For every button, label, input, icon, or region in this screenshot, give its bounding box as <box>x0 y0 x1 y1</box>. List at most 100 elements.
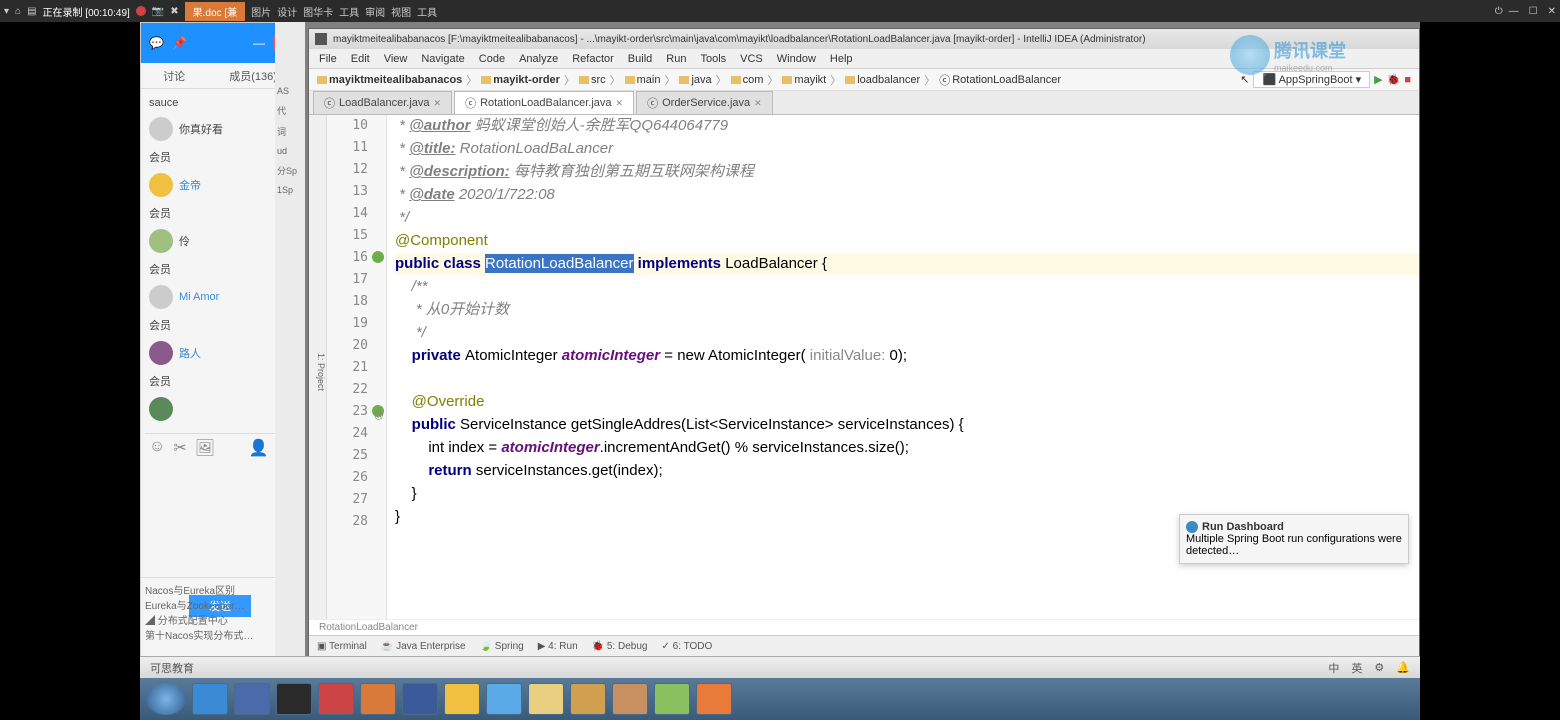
chat-item[interactable]: 伶 <box>145 225 295 257</box>
chat-item[interactable]: sauce <box>145 93 295 113</box>
chat-item[interactable]: 金帝 <box>145 169 295 201</box>
menu-analyze[interactable]: Analyze <box>519 53 558 65</box>
crumb[interactable]: mayikt <box>782 74 826 86</box>
menu-navigate[interactable]: Navigate <box>421 53 464 65</box>
editor-tab[interactable]: ⓒ OrderService.java ✕ <box>636 91 773 114</box>
doc-tab[interactable]: 果.doc [兼 <box>185 2 245 21</box>
chat-item[interactable]: 会员 <box>145 313 295 337</box>
menu-run[interactable]: Run <box>666 53 686 65</box>
tab-members[interactable]: 成员(136) <box>229 68 277 84</box>
debug-tab[interactable]: 🐞 5: Debug <box>592 641 648 652</box>
tray-icon[interactable]: 🔔 <box>1396 661 1410 674</box>
gutter-run-icon[interactable] <box>372 251 384 263</box>
menu-item[interactable]: 工具 <box>417 4 437 19</box>
menu-icon[interactable]: ▤ <box>27 6 36 17</box>
emoji-icon[interactable]: ☺ <box>149 438 165 449</box>
close-icon[interactable]: ✕ <box>1548 6 1556 17</box>
menu-build[interactable]: Build <box>628 53 652 65</box>
java-ee-tab[interactable]: ☕ Java Enterprise <box>381 641 466 652</box>
taskbar-app[interactable] <box>192 683 228 715</box>
menu-edit[interactable]: Edit <box>351 53 370 65</box>
chat-item[interactable]: 会员 <box>145 369 295 393</box>
chat-item[interactable]: 你真好看 <box>145 113 295 145</box>
pin-icon[interactable]: 📌 <box>172 36 187 50</box>
min-icon[interactable]: — <box>1509 6 1519 17</box>
scissors-icon[interactable]: ✂ <box>173 438 186 449</box>
notification-popup[interactable]: Run Dashboard Multiple Spring Boot run c… <box>1179 514 1409 564</box>
footer-item[interactable]: Eureka与Zookeeper… <box>145 597 295 612</box>
chat-icon[interactable]: 💬 <box>149 36 164 50</box>
terminal-tab[interactable]: ▣ Terminal <box>317 641 367 652</box>
chat-item[interactable]: 会员 <box>145 201 295 225</box>
image-icon[interactable]: 🖼 <box>195 438 215 449</box>
close-icon[interactable]: ✕ <box>434 98 442 109</box>
crumb[interactable]: mayikt-order <box>481 74 560 86</box>
spring-tab[interactable]: 🍃 Spring <box>480 641 524 652</box>
menu-item[interactable]: 审阅 <box>365 4 385 19</box>
strip-item: 1Sp <box>275 181 305 199</box>
close-icon[interactable]: ✕ <box>616 98 624 109</box>
home-icon[interactable]: ⌂ <box>15 6 21 17</box>
footer-item[interactable]: ◢ 分布式配置中心 <box>145 612 295 627</box>
close-icon[interactable]: ✕ <box>754 98 762 109</box>
menu-item[interactable]: 设计 <box>277 4 297 19</box>
taskbar-app[interactable] <box>696 683 732 715</box>
structure-breadcrumb[interactable]: RotationLoadBalancer <box>309 619 1419 635</box>
menu-vcs[interactable]: VCS <box>740 53 763 65</box>
taskbar-app[interactable] <box>528 683 564 715</box>
crumb[interactable]: main <box>625 74 661 86</box>
taskbar-app[interactable] <box>612 683 648 715</box>
crumb[interactable]: ⓒ RotationLoadBalancer <box>939 72 1061 88</box>
chat-item[interactable]: Mi Amor <box>145 281 295 313</box>
lang-icon[interactable]: 中 <box>1328 660 1339 676</box>
taskbar-app[interactable] <box>360 683 396 715</box>
menu-file[interactable]: File <box>319 53 337 65</box>
editor-tab[interactable]: ⓒ RotationLoadBalancer.java ✕ <box>454 91 634 114</box>
lang-icon[interactable]: 英 <box>1351 660 1362 676</box>
menu-item[interactable]: 图华卡 <box>303 4 333 19</box>
record-icon[interactable] <box>136 6 146 16</box>
project-tool-tab[interactable]: 1: Project <box>309 115 327 619</box>
menu-item[interactable]: 视图 <box>391 4 411 19</box>
menu-view[interactable]: View <box>384 53 408 65</box>
chat-item[interactable]: 路人 <box>145 337 295 369</box>
taskbar-app[interactable] <box>402 683 438 715</box>
crumb[interactable]: java <box>679 74 711 86</box>
tray-icon[interactable]: ⚙ <box>1374 661 1384 674</box>
taskbar-app[interactable] <box>276 683 312 715</box>
menu-tools[interactable]: Tools <box>700 53 726 65</box>
taskbar-app[interactable] <box>486 683 522 715</box>
taskbar-app[interactable] <box>444 683 480 715</box>
taskbar-app[interactable] <box>234 683 270 715</box>
footer-item[interactable]: Nacos与Eureka区别 <box>145 582 295 597</box>
editor-tab[interactable]: ⓒ LoadBalancer.java ✕ <box>313 91 452 114</box>
menu-help[interactable]: Help <box>830 53 853 65</box>
start-button[interactable] <box>146 683 186 715</box>
menu-window[interactable]: Window <box>777 53 816 65</box>
tab-discussion[interactable]: 讨论 <box>163 68 185 84</box>
chat-item[interactable]: 会员 <box>145 257 295 281</box>
crumb[interactable]: com <box>731 74 764 86</box>
arrow-icon[interactable]: ▾ <box>4 6 9 17</box>
menu-item[interactable]: 工具 <box>339 4 359 19</box>
chat-item[interactable] <box>145 393 295 425</box>
chat-item[interactable]: 会员 <box>145 145 295 169</box>
crumb[interactable]: mayiktmeitealibabanacos <box>317 74 462 86</box>
menu-refactor[interactable]: Refactor <box>572 53 614 65</box>
todo-tab[interactable]: ✓ 6: TODO <box>661 641 712 652</box>
stop-icon[interactable]: ✖ <box>170 6 178 17</box>
max-icon[interactable]: ☐ <box>1529 6 1538 17</box>
crumb[interactable]: loadbalancer <box>845 74 920 86</box>
camera-icon[interactable]: 📷 <box>152 6 164 17</box>
footer-item[interactable]: 第十Nacos实现分布式… <box>145 627 295 642</box>
menu-code[interactable]: Code <box>479 53 505 65</box>
taskbar-app[interactable] <box>318 683 354 715</box>
min-icon[interactable]: — <box>253 36 265 50</box>
power-icon[interactable]: ⏻ <box>1495 6 1503 17</box>
taskbar-app[interactable] <box>570 683 606 715</box>
user-icon[interactable]: 👤 <box>249 438 269 449</box>
run-tab[interactable]: ▶ 4: Run <box>538 641 578 652</box>
crumb[interactable]: src <box>579 74 606 86</box>
menu-item[interactable]: 图片 <box>251 4 271 19</box>
taskbar-app[interactable] <box>654 683 690 715</box>
